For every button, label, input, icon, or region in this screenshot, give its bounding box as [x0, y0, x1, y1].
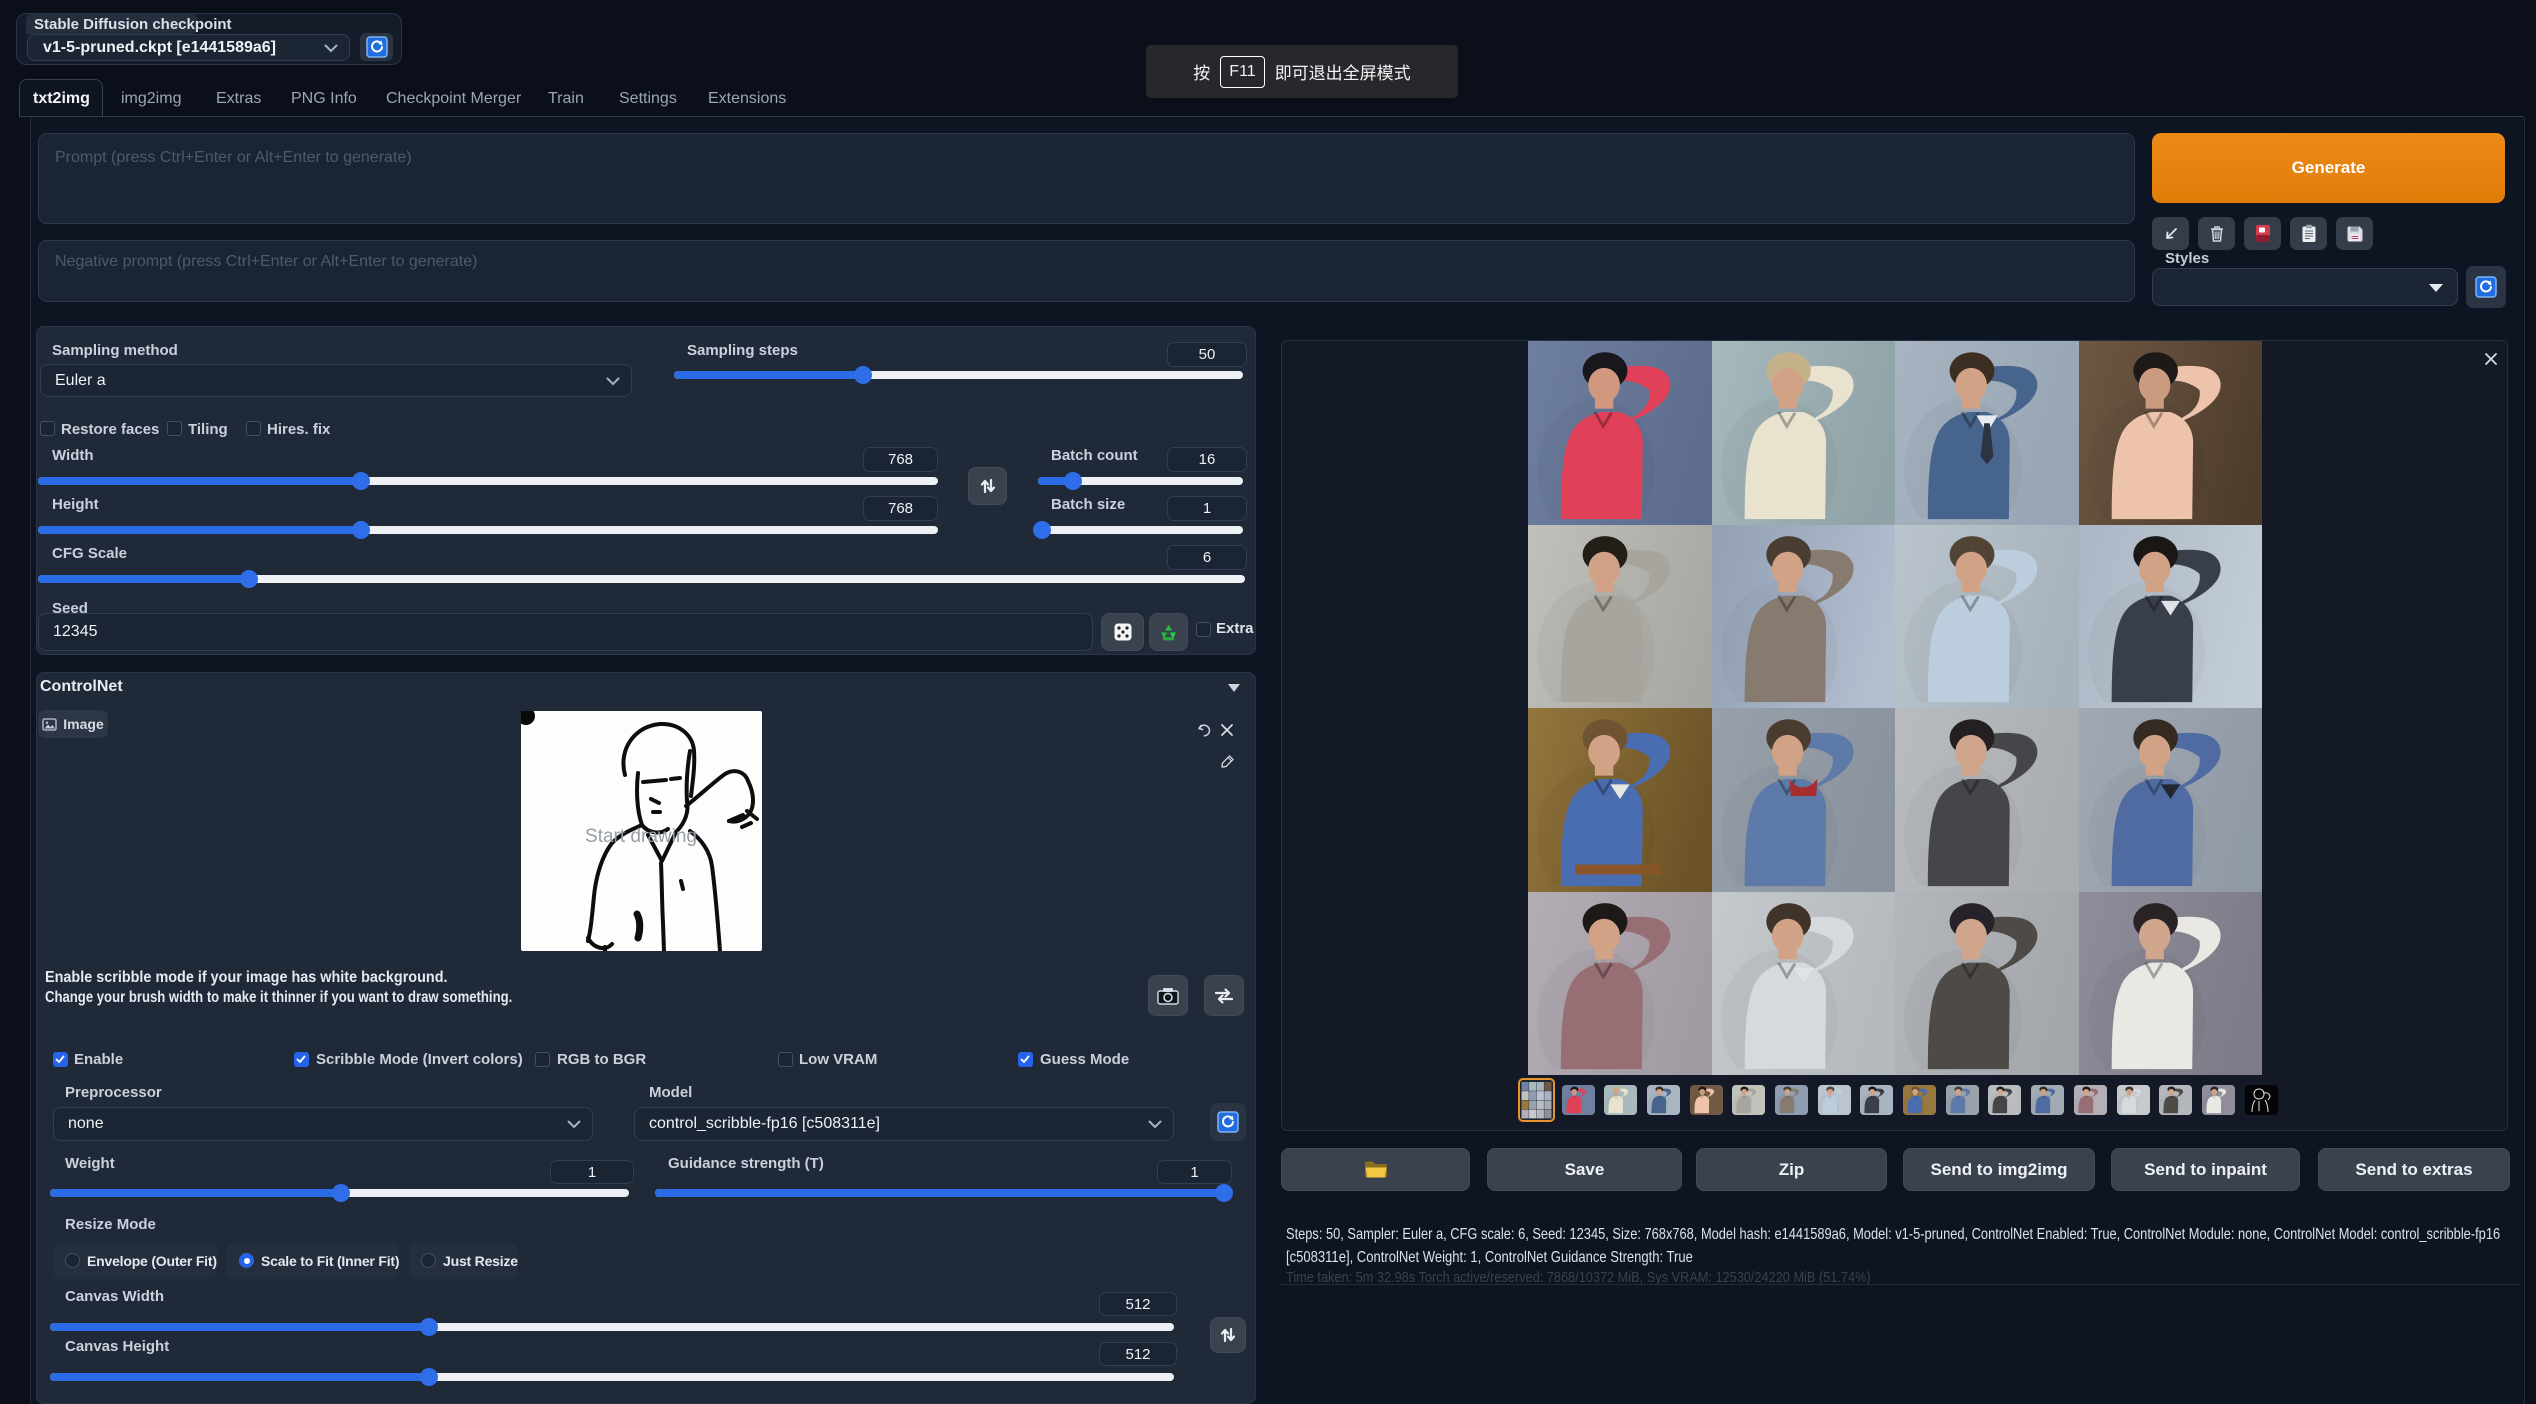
svg-text:Start drawing: Start drawing — [585, 826, 697, 847]
